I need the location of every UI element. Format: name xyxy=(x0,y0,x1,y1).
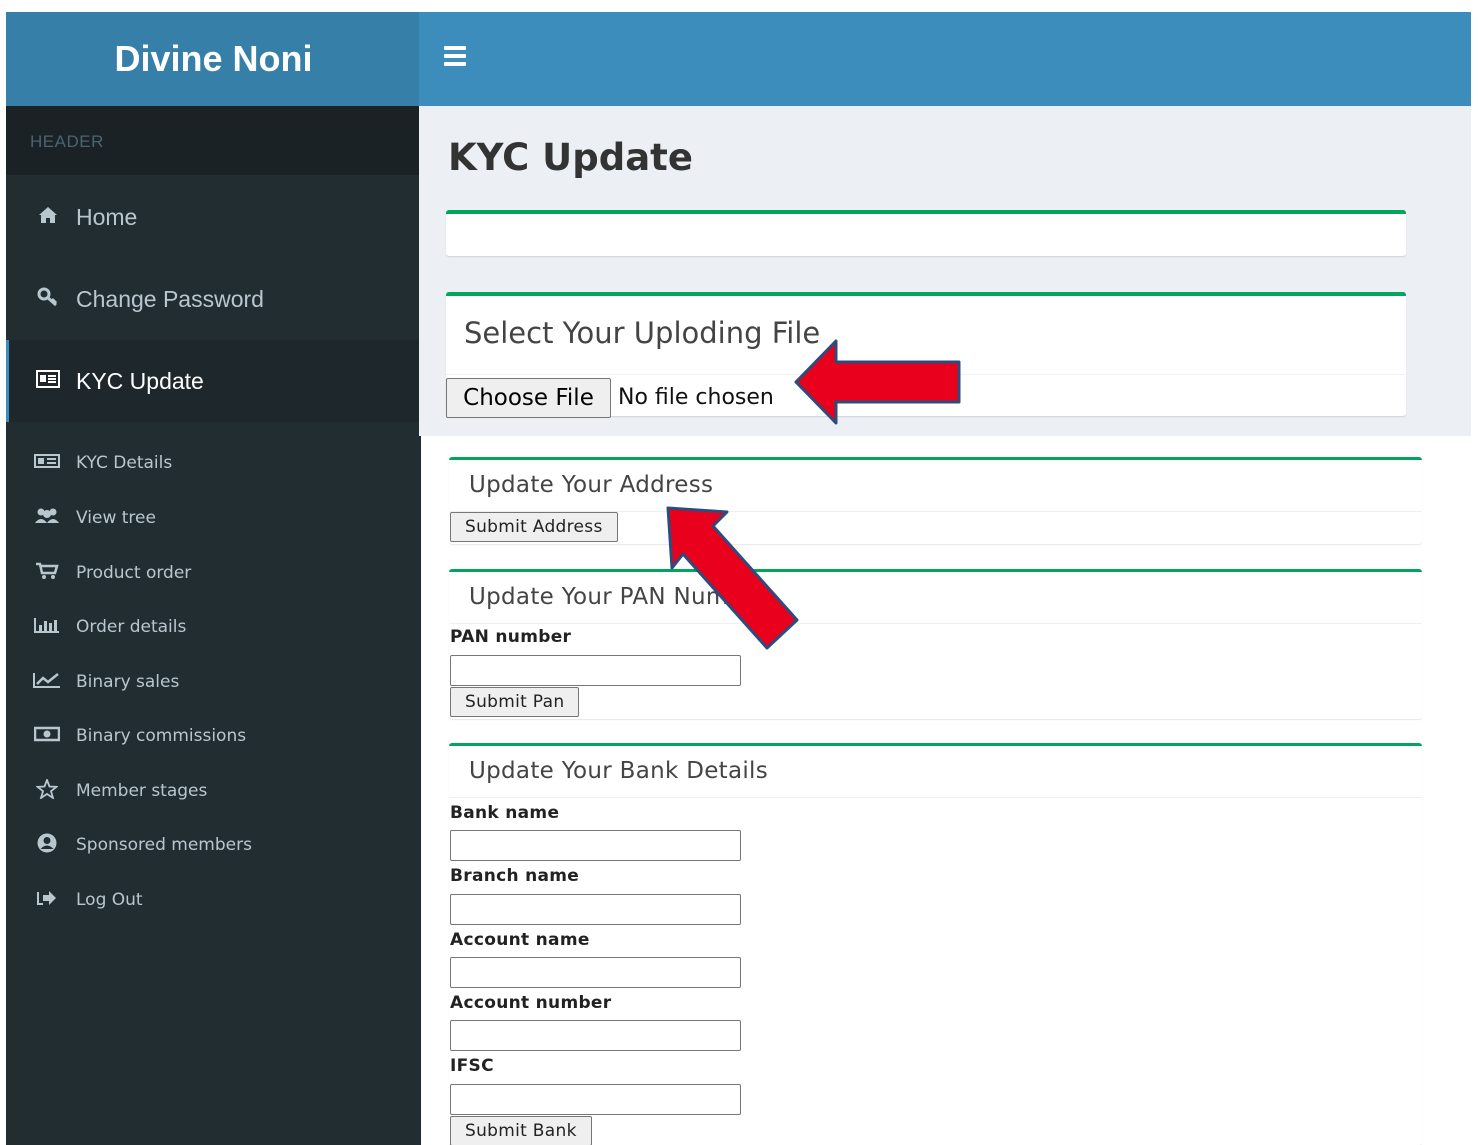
user-circle-icon xyxy=(32,832,62,859)
sidebar-item-label: Member stages xyxy=(76,781,208,801)
divider xyxy=(449,797,1422,798)
sidebar-item-kyc-details[interactable]: KYC Details xyxy=(6,443,421,483)
users-icon xyxy=(32,507,62,530)
sidebar-item-label: Product order xyxy=(76,563,192,583)
sidebar-header: HEADER xyxy=(6,106,419,175)
account-name-field[interactable] xyxy=(450,957,741,988)
account-number-field[interactable] xyxy=(450,1020,741,1051)
address-box-title: Update Your Address xyxy=(469,472,714,498)
id-card-icon xyxy=(32,453,62,473)
sidebar-item-label: Log Out xyxy=(76,890,143,910)
sidebar-item-binary-commissions[interactable]: Binary commissions xyxy=(6,716,421,756)
ifsc-field[interactable] xyxy=(450,1084,741,1115)
sidebar-item-product-order[interactable]: Product order xyxy=(6,553,421,593)
sidebar-item-member-stages[interactable]: Member stages xyxy=(6,771,421,811)
bank-name-label: Bank name xyxy=(450,803,560,823)
line-chart-icon xyxy=(32,672,62,693)
bar-chart-icon xyxy=(32,617,62,638)
submit-bank-button[interactable]: Submit Bank xyxy=(450,1116,592,1145)
branch-name-field[interactable] xyxy=(450,894,741,925)
sidebar-item-home[interactable]: Home xyxy=(6,176,419,258)
hamburger-menu-icon[interactable] xyxy=(444,46,468,70)
branch-name-label: Branch name xyxy=(450,866,580,886)
top-strip xyxy=(0,0,1478,12)
sidebar-item-label: Home xyxy=(76,203,138,230)
brand-name: Divine Noni xyxy=(114,38,313,79)
star-icon xyxy=(32,776,62,804)
account-name-label: Account name xyxy=(450,930,590,950)
bank-box: Update Your Bank Details Bank name Branc… xyxy=(449,743,1422,1145)
page-title: KYC Update xyxy=(448,136,693,179)
sidebar-item-label: Sponsored members xyxy=(76,835,252,855)
money-icon xyxy=(32,726,62,747)
sidebar-item-view-tree[interactable]: View tree xyxy=(6,498,421,538)
sidebar-item-label: Change Password xyxy=(76,285,264,312)
pan-box: Update Your PAN Number PAN number Submit… xyxy=(449,569,1422,719)
bank-name-field[interactable] xyxy=(450,830,741,861)
sidebar-item-label: Binary commissions xyxy=(76,726,247,746)
submit-address-button[interactable]: Submit Address xyxy=(450,512,618,542)
sidebar-item-label: Order details xyxy=(76,617,187,637)
top-navbar xyxy=(419,12,1471,106)
key-icon xyxy=(34,287,62,312)
red-arrow-left-icon xyxy=(794,339,961,425)
address-box: Update Your Address Submit Address xyxy=(449,457,1422,544)
pan-number-label: PAN number xyxy=(450,627,572,647)
divider xyxy=(449,623,1422,624)
brand-logo[interactable]: Divine Noni xyxy=(6,12,419,106)
sidebar-item-change-password[interactable]: Change Password xyxy=(6,258,419,340)
ifsc-label: IFSC xyxy=(450,1056,494,1076)
sidebar-item-label: View tree xyxy=(76,508,156,528)
sidebar-item-kyc-update[interactable]: KYC Update xyxy=(6,340,419,422)
sidebar-item-order-details[interactable]: Order details xyxy=(6,607,421,647)
red-arrow-up-left-icon xyxy=(666,506,799,650)
file-status-text: No file chosen xyxy=(618,385,774,410)
sign-out-icon xyxy=(32,890,62,911)
sidebar-item-binary-sales[interactable]: Binary sales xyxy=(6,662,421,702)
id-card-icon xyxy=(34,369,62,393)
choose-file-button[interactable]: Choose File xyxy=(446,378,611,418)
submit-pan-button[interactable]: Submit Pan xyxy=(450,687,580,717)
sidebar-item-log-out[interactable]: Log Out xyxy=(6,880,421,920)
sidebar-item-label: Binary sales xyxy=(76,672,180,692)
empty-box xyxy=(446,210,1406,256)
sidebar-header-label: HEADER xyxy=(30,132,104,151)
upload-box-title: Select Your Uploding File xyxy=(464,316,821,350)
account-number-label: Account number xyxy=(450,993,612,1013)
sidebar-item-label: KYC Details xyxy=(76,453,173,473)
bank-box-title: Update Your Bank Details xyxy=(469,758,769,784)
sidebar-item-sponsored-members[interactable]: Sponsored members xyxy=(6,825,421,865)
right-blank-strip xyxy=(1438,488,1478,1145)
pan-number-field[interactable] xyxy=(450,655,741,686)
home-icon xyxy=(34,205,62,229)
sidebar-item-label: KYC Update xyxy=(76,367,204,394)
cart-icon xyxy=(32,562,62,585)
